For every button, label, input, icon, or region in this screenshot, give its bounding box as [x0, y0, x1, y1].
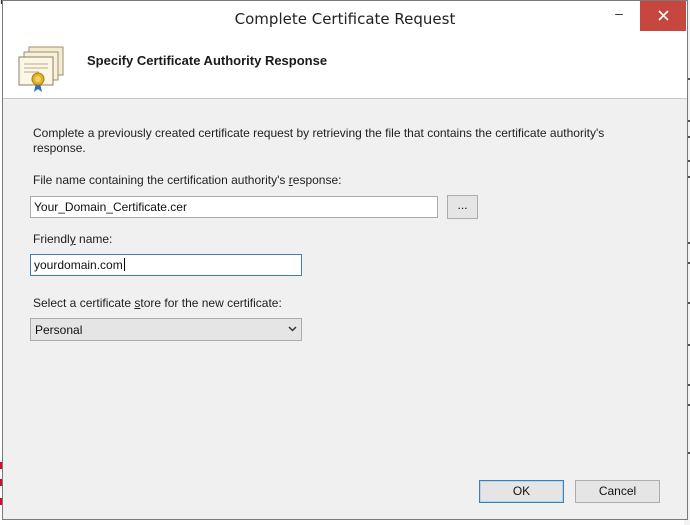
ok-button[interactable]: OK [479, 480, 564, 503]
header-band: Specify Certificate Authority Response [3, 35, 687, 99]
minimize-button[interactable]: – [606, 5, 632, 25]
text-caret [123, 258, 125, 271]
cancel-button[interactable]: Cancel [575, 480, 660, 503]
certificate-store-label: Select a certificate store for the new c… [33, 296, 282, 310]
title-bar[interactable]: Complete Certificate Request – [3, 1, 687, 36]
friendly-name-input[interactable]: yourdomain.com [30, 254, 302, 276]
file-name-input[interactable]: Your_Domain_Certificate.cer [30, 196, 438, 218]
dialog-window: Complete Certificate Request – Specify C… [2, 0, 688, 520]
close-icon [657, 10, 669, 21]
close-button[interactable] [640, 1, 686, 31]
header-title: Specify Certificate Authority Response [87, 53, 328, 68]
description-text: Complete a previously created certificat… [33, 126, 605, 155]
friendly-name-label: Friendly name: [33, 232, 113, 246]
certificate-store-value: Personal [35, 323, 83, 337]
certificate-icon [18, 46, 64, 92]
certificate-store-select[interactable]: Personal [30, 318, 302, 341]
file-name-label: File name containing the certification a… [33, 173, 342, 187]
window-title: Complete Certificate Request [234, 10, 456, 28]
browse-button[interactable]: ... [447, 195, 478, 219]
friendly-name-value: yourdomain.com [34, 258, 123, 272]
chevron-down-icon [288, 326, 297, 332]
